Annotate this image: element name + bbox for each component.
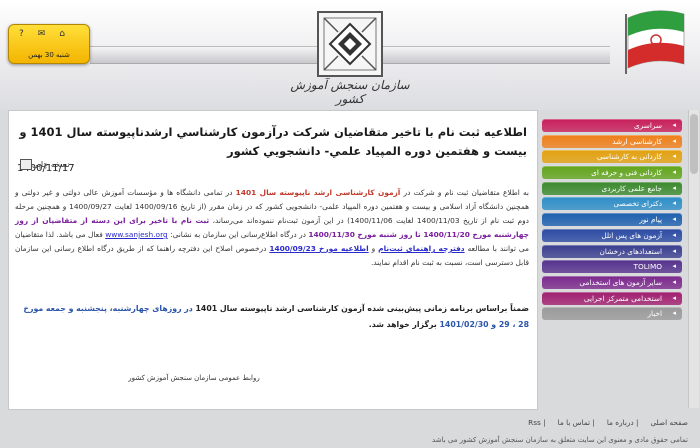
chevron-left-icon: ◂ — [672, 183, 676, 192]
sidebar-item[interactable]: ◂ اخبار — [542, 307, 682, 321]
sidebar-item[interactable]: ◂ دکترای تخصصی — [542, 197, 682, 211]
sidebar-item-label: جامع علمی کاربردی — [601, 183, 662, 193]
printer-icon[interactable] — [20, 159, 32, 170]
sidebar-item[interactable]: ◂ سراسری — [542, 119, 682, 132]
footer-link-rss[interactable]: Rss — [528, 418, 541, 427]
sidebar-item[interactable]: ◂ پیام نور — [542, 213, 682, 227]
sidebar-item[interactable]: ◂ استخدامی متمرکز اجرایی — [542, 291, 682, 305]
sidebar-item-label: پیام نور — [639, 215, 662, 225]
sidebar-item-label: استعدادهای درخشان — [599, 246, 662, 256]
sidebar-item-label: آزمون های پس اتلل — [601, 230, 662, 240]
chevron-left-icon: ◂ — [672, 168, 676, 177]
scrollbar-thumb[interactable] — [690, 114, 698, 174]
date-widget: ?✉⌂ شنبه 30 بهمن — [8, 24, 90, 64]
sidebar-item[interactable]: ◂ استعدادهای درخشان — [542, 244, 682, 258]
article-panel: اطلاعیه ثبت نام با تاخیر متقاضیان شرکت د… — [8, 110, 538, 410]
iran-flag — [614, 4, 696, 76]
site-logo[interactable] — [312, 10, 388, 82]
sidebar-menu: ◂ سراسری ◂ کارشناسی ارشد ◂ کاردانی به کارشناس… — [542, 119, 682, 323]
exam-name-highlight: آزمون کارشناسی ارشد ناپیوسته سال 1401 — [235, 188, 401, 197]
sidebar-item[interactable]: ◂ سایر آزمون های استخدامی — [542, 275, 682, 289]
sidebar-item[interactable]: ◂ کارشناسی ارشد — [542, 134, 682, 148]
chevron-left-icon: ◂ — [672, 199, 676, 208]
sanjesh-link[interactable]: www.sanjesh.org — [105, 230, 167, 239]
sidebar-item-label: کارشناسی ارشد — [612, 136, 662, 146]
home-icon[interactable]: ⌂ — [59, 29, 79, 39]
print-label[interactable]: نسخه چاپی — [32, 160, 70, 169]
chevron-left-icon: ◂ — [672, 293, 676, 302]
sidebar-item-label: TOLIMO — [633, 262, 662, 272]
chevron-left-icon: ◂ — [672, 215, 676, 224]
note-text: برگزار خواهد شد. — [368, 320, 440, 329]
guide-booklet-link[interactable]: دفترچه راهنمای ثبت‌نام — [378, 244, 464, 253]
article-date: 1400/11/17 — [17, 163, 75, 174]
chevron-left-icon: ◂ — [672, 246, 676, 255]
signature: روابط عمومی سازمان سنجش آموزش کشور — [128, 374, 260, 382]
announcement-link[interactable]: اطلاعیه مورخ 1400/09/23 — [269, 244, 368, 253]
body-text: به اطلاع متقاضیان ثبت نام و شرکت در — [400, 188, 529, 197]
sidebar-item-label: سراسری — [633, 121, 662, 130]
chevron-left-icon: ◂ — [672, 277, 676, 286]
body-text: در درگاه اطلاع‌رسانی این سازمان به نشانی… — [167, 230, 309, 239]
footer-link-about[interactable]: درباره ما — [607, 418, 634, 427]
chevron-left-icon: ◂ — [672, 121, 676, 129]
sidebar-item[interactable]: ◂ آزمون های پس اتلل — [542, 228, 682, 242]
copyright: تمامی حقوق مادی و معنوی این سایت متعلق ب… — [432, 436, 688, 444]
mail-icon[interactable]: ✉ — [38, 29, 60, 39]
exam-date-note: ضمناً براساس برنامه زمانی پیش‌بینی شده آ… — [15, 301, 529, 333]
article-body: به اطلاع متقاضیان ثبت نام و شرکت در آزمو… — [15, 186, 529, 270]
logo-caption: سازمان سنجش آموزش کشور — [290, 78, 410, 106]
article-title: اطلاعیه ثبت نام با تاخیر متقاضیان شرکت د… — [19, 125, 527, 158]
footer-links: صفحه اصلی| درباره ما| تماس با ما| Rss — [528, 418, 688, 427]
footer-link-home[interactable]: صفحه اصلی — [650, 418, 688, 427]
sidebar-item-label: کاردانی فنی و حرفه ای — [591, 168, 662, 178]
sidebar-item-label: استخدامی متمرکز اجرایی — [583, 293, 662, 303]
sidebar-item-label: کاردانی به کارشناسی — [596, 152, 662, 162]
chevron-left-icon: ◂ — [672, 136, 676, 145]
chevron-left-icon: ◂ — [672, 230, 676, 239]
sidebar-item-label: سایر آزمون های استخدامی — [579, 277, 662, 287]
sidebar-item[interactable]: ◂ کاردانی فنی و حرفه ای — [542, 166, 682, 180]
sidebar-item-label: اخبار — [647, 309, 663, 319]
sidebar-item[interactable]: ◂ جامع علمی کاربردی — [542, 181, 682, 195]
site-header: ?✉⌂ شنبه 30 بهمن سازمان سنجش آموزش کشور — [0, 0, 700, 110]
help-icon[interactable]: ? — [19, 29, 38, 39]
body-text: و — [368, 244, 379, 253]
chevron-left-icon: ◂ — [672, 309, 676, 318]
chevron-left-icon: ◂ — [672, 152, 676, 161]
chevron-left-icon: ◂ — [672, 262, 676, 271]
sidebar-item-label: دکترای تخصصی — [613, 199, 663, 209]
sidebar-item[interactable]: ◂ کاردانی به کارشناسی — [542, 150, 682, 164]
current-date: شنبه 30 بهمن — [28, 51, 70, 59]
footer-link-contact[interactable]: تماس با ما — [558, 418, 590, 427]
print-link[interactable]: نسخه چاپی — [17, 159, 70, 170]
site-footer: صفحه اصلی| درباره ما| تماس با ما| Rss تم… — [0, 412, 700, 448]
scrollbar[interactable] — [688, 110, 699, 408]
sidebar-item[interactable]: ◂ TOLIMO — [542, 260, 682, 274]
note-text: ضمناً براساس برنامه زمانی پیش‌بینی شده آ… — [192, 304, 529, 313]
